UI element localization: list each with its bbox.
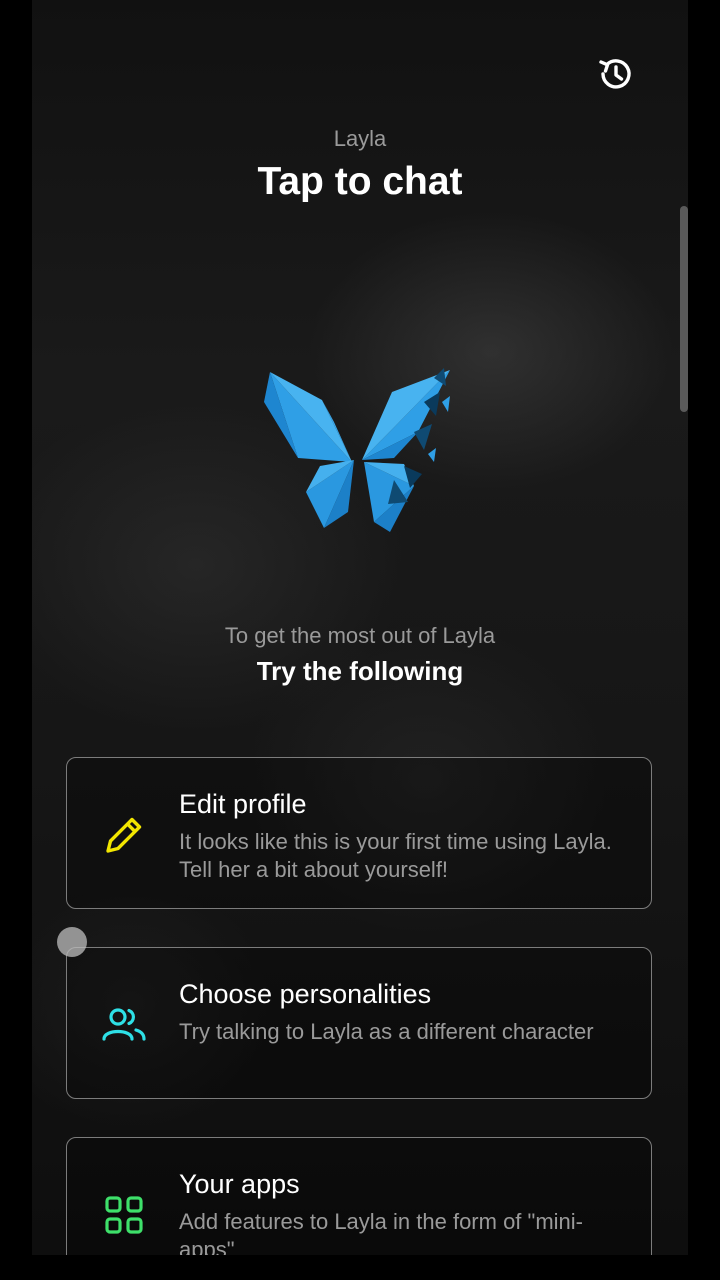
- choose-personalities-card[interactable]: Choose personalities Try talking to Layl…: [66, 947, 652, 1099]
- touch-indicator: [57, 927, 87, 957]
- apps-grid-icon: [101, 1192, 147, 1238]
- card-title: Your apps: [179, 1169, 300, 1199]
- history-icon: [599, 59, 631, 89]
- users-icon: [101, 1002, 147, 1048]
- tap-to-chat-title[interactable]: Tap to chat: [32, 160, 688, 204]
- app-screen: Layla Tap to chat To get the most out of…: [32, 0, 688, 1255]
- hint-subtitle: To get the most out of Layla: [224, 623, 496, 648]
- app-name: Layla: [333, 126, 387, 151]
- hint-title: Try the following: [256, 656, 464, 686]
- card-title: Choose personalities: [179, 979, 432, 1009]
- edit-profile-card[interactable]: Edit profile It looks like this is your …: [66, 757, 652, 909]
- butterfly-logo[interactable]: [264, 362, 456, 538]
- your-apps-card[interactable]: Your apps Add features to Layla in the f…: [66, 1137, 652, 1255]
- history-button[interactable]: [592, 50, 640, 98]
- pencil-icon: [101, 812, 147, 858]
- card-title: Edit profile: [179, 789, 307, 819]
- card-description: Try talking to Layla as a different char…: [179, 1019, 594, 1044]
- card-description: Add features to Layla in the form of "mi…: [179, 1209, 584, 1255]
- card-description: It looks like this is your first time us…: [179, 829, 612, 882]
- scrollbar[interactable]: [680, 206, 688, 412]
